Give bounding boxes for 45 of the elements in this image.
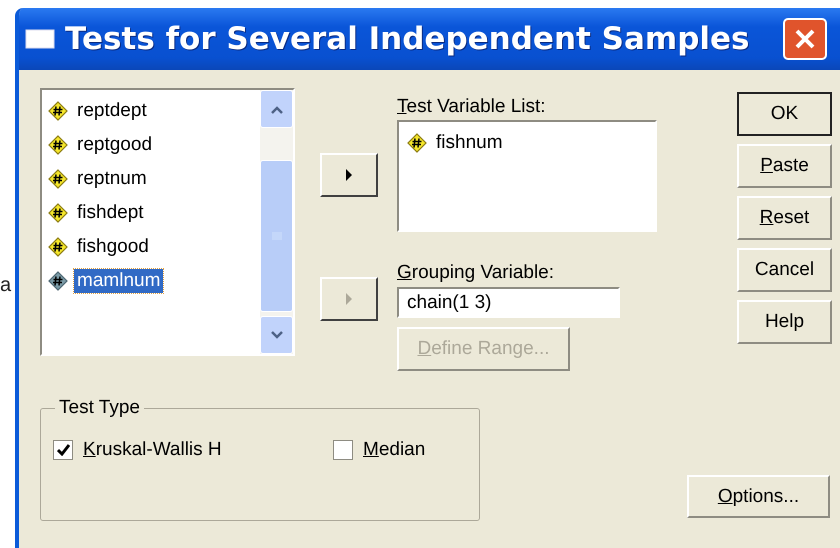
- chevron-up-icon: [270, 104, 284, 114]
- checkbox-label: Median: [363, 439, 426, 461]
- test-variable-list-label: Test Variable List:: [397, 96, 546, 119]
- scrollbar[interactable]: [260, 90, 293, 354]
- group-title: Test Type: [55, 397, 144, 419]
- checkbox-label: Kruskal-Wallis H: [83, 439, 222, 461]
- chevron-down-icon: [270, 330, 284, 340]
- partial-text: a: [0, 274, 12, 296]
- move-right-button[interactable]: [320, 153, 378, 197]
- variable-item[interactable]: mamlnum: [48, 264, 260, 298]
- grouping-variable-field[interactable]: chain(1 3): [397, 287, 620, 318]
- scroll-thumb[interactable]: [260, 160, 293, 312]
- triangle-right-icon: [345, 169, 353, 181]
- checkmark-icon: [56, 444, 70, 456]
- dialog-button[interactable]: OK: [737, 92, 832, 136]
- close-icon: [793, 27, 818, 51]
- variable-item[interactable]: reptdept: [48, 94, 260, 128]
- variable-item[interactable]: fishdept: [48, 196, 260, 230]
- test-variable-list[interactable]: fishnum: [397, 120, 657, 232]
- variable-item[interactable]: fishnum: [407, 126, 655, 160]
- variable-item[interactable]: reptgood: [48, 128, 260, 162]
- variable-item[interactable]: reptnum: [48, 162, 260, 196]
- scale-variable-icon: [48, 237, 68, 257]
- window-icon: [25, 29, 55, 49]
- scale-variable-icon: [48, 135, 68, 155]
- source-variable-list[interactable]: reptdept reptgood reptnum fishdept fishgood mamlnum: [40, 88, 295, 356]
- scroll-down-button[interactable]: [260, 316, 293, 354]
- checkbox[interactable]: [333, 440, 353, 460]
- triangle-right-icon: [345, 293, 353, 305]
- variable-item[interactable]: fishgood: [48, 230, 260, 264]
- grouping-variable-label: Grouping Variable:: [397, 262, 554, 285]
- scale-variable-icon: [48, 203, 68, 223]
- dialog-button[interactable]: Help: [737, 300, 832, 344]
- window-title: Tests for Several Independent Samples: [65, 21, 750, 57]
- checkbox[interactable]: [53, 440, 73, 460]
- dialog-button[interactable]: Paste: [737, 144, 832, 188]
- options-button[interactable]: Options...: [687, 475, 830, 518]
- close-button[interactable]: [783, 18, 828, 60]
- scale-variable-icon: [407, 133, 427, 153]
- scroll-up-button[interactable]: [260, 90, 293, 128]
- scale-variable-icon: [48, 101, 68, 121]
- dialog-button[interactable]: Cancel: [737, 248, 832, 292]
- dialog-button[interactable]: Reset: [737, 196, 832, 240]
- scale-variable-icon: [48, 271, 68, 291]
- scale-variable-icon: [48, 169, 68, 189]
